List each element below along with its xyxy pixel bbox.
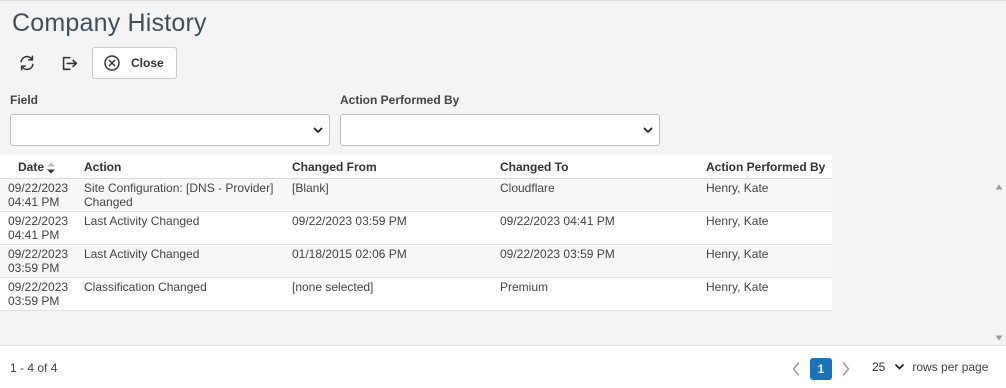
cell-changed-from: [none selected]: [292, 280, 374, 294]
cell-performed-by: Henry, Kate: [706, 181, 769, 195]
record-count: 1 - 4 of 4: [10, 361, 58, 375]
cell-date-time: 03:59 PM: [8, 261, 60, 275]
field-filter-label: Field: [10, 93, 39, 107]
field-select[interactable]: [10, 114, 330, 146]
page-number-current[interactable]: 1: [810, 358, 832, 380]
scroll-up-arrow-icon[interactable]: [995, 184, 1003, 190]
cell-date-time: 04:41 PM: [8, 195, 60, 209]
cell-date-day: 09/22/2023: [8, 280, 69, 294]
cell-changed-to: Cloudflare: [500, 181, 555, 195]
cell-action: Last Activity Changed: [84, 214, 200, 228]
cell-action: Classification Changed: [84, 280, 207, 294]
cell-date-day: 09/22/2023: [8, 247, 69, 261]
chevron-down-icon: [313, 127, 323, 133]
chevron-left-icon: [792, 362, 800, 376]
grid-footer: 1 - 4 of 4 1 25 rows per page: [0, 345, 1006, 388]
cell-date-time: 04:41 PM: [8, 228, 60, 242]
rows-per-page: 25 rows per page: [872, 360, 988, 374]
cell-changed-from: 09/22/2023 03:59 PM: [292, 214, 407, 228]
cell-date: 09/22/2023 03:59 PM: [0, 245, 84, 277]
cell-changed-from: [Blank]: [292, 181, 329, 195]
chevron-right-icon: [842, 362, 850, 376]
grid-header: Date Action Changed From Changed To Acti…: [0, 155, 832, 179]
table-row[interactable]: 09/22/2023 03:59 PM Last Activity Change…: [0, 245, 832, 278]
previous-page-button[interactable]: [788, 359, 804, 379]
scroll-down-arrow-icon[interactable]: [995, 335, 1003, 341]
toolbar: Close: [12, 47, 177, 79]
column-header-changed-from[interactable]: Changed From: [292, 160, 500, 174]
next-page-button[interactable]: [838, 359, 854, 379]
table-row[interactable]: 09/22/2023 04:41 PM Site Configuration: …: [0, 179, 832, 212]
rows-per-page-value: 25: [872, 360, 886, 374]
rows-per-page-select[interactable]: 25: [872, 360, 905, 374]
cell-performed-by: Henry, Kate: [706, 214, 769, 228]
cell-date: 09/22/2023 04:41 PM: [0, 212, 84, 244]
performed-by-select[interactable]: [340, 114, 660, 146]
column-header-action-performed-by[interactable]: Action Performed By: [706, 160, 832, 174]
performed-by-filter: Action Performed By: [340, 93, 660, 146]
close-button-label: Close: [131, 56, 164, 70]
table-row[interactable]: 09/22/2023 04:41 PM Last Activity Change…: [0, 212, 832, 245]
cell-date: 09/22/2023 04:41 PM: [0, 179, 84, 211]
refresh-button[interactable]: [12, 48, 42, 78]
field-filter: Field: [10, 93, 330, 146]
history-grid: Date Action Changed From Changed To Acti…: [0, 155, 832, 311]
chevron-down-icon: [895, 364, 905, 370]
cell-performed-by: Henry, Kate: [706, 280, 769, 294]
cell-changed-to: 09/22/2023 03:59 PM: [500, 247, 615, 261]
sort-descending-icon: [47, 162, 55, 173]
cell-action: Site Configuration: [DNS - Provider] Cha…: [84, 181, 274, 209]
export-button[interactable]: [54, 48, 84, 78]
refresh-icon: [20, 55, 34, 71]
rows-per-page-label: rows per page: [912, 360, 989, 374]
close-circle-icon: [104, 55, 120, 71]
pagination: 1: [788, 358, 854, 380]
cell-action: Last Activity Changed: [84, 247, 200, 261]
column-header-changed-to[interactable]: Changed To: [500, 160, 706, 174]
table-row[interactable]: 09/22/2023 03:59 PM Classification Chang…: [0, 278, 832, 311]
export-icon: [62, 56, 77, 71]
performed-by-filter-label: Action Performed By: [340, 93, 460, 107]
cell-performed-by: Henry, Kate: [706, 247, 769, 261]
grid-scrollbar[interactable]: [992, 179, 1006, 344]
page-title: Company History: [12, 9, 207, 37]
cell-changed-from: 01/18/2015 02:06 PM: [292, 247, 407, 261]
chevron-down-icon: [643, 127, 653, 133]
cell-date-day: 09/22/2023: [8, 181, 69, 195]
company-history-page: Company History Close Field Action Perfo…: [0, 0, 1006, 388]
cell-changed-to: Premium: [500, 280, 549, 294]
cell-date-day: 09/22/2023: [8, 214, 69, 228]
cell-date: 09/22/2023 03:59 PM: [0, 278, 84, 310]
column-header-action[interactable]: Action: [84, 160, 292, 174]
close-button[interactable]: Close: [92, 47, 177, 79]
column-header-date-label: Date: [18, 159, 45, 174]
column-header-date[interactable]: Date: [0, 160, 84, 174]
cell-date-time: 03:59 PM: [8, 294, 60, 308]
cell-changed-to: 09/22/2023 04:41 PM: [500, 214, 615, 228]
